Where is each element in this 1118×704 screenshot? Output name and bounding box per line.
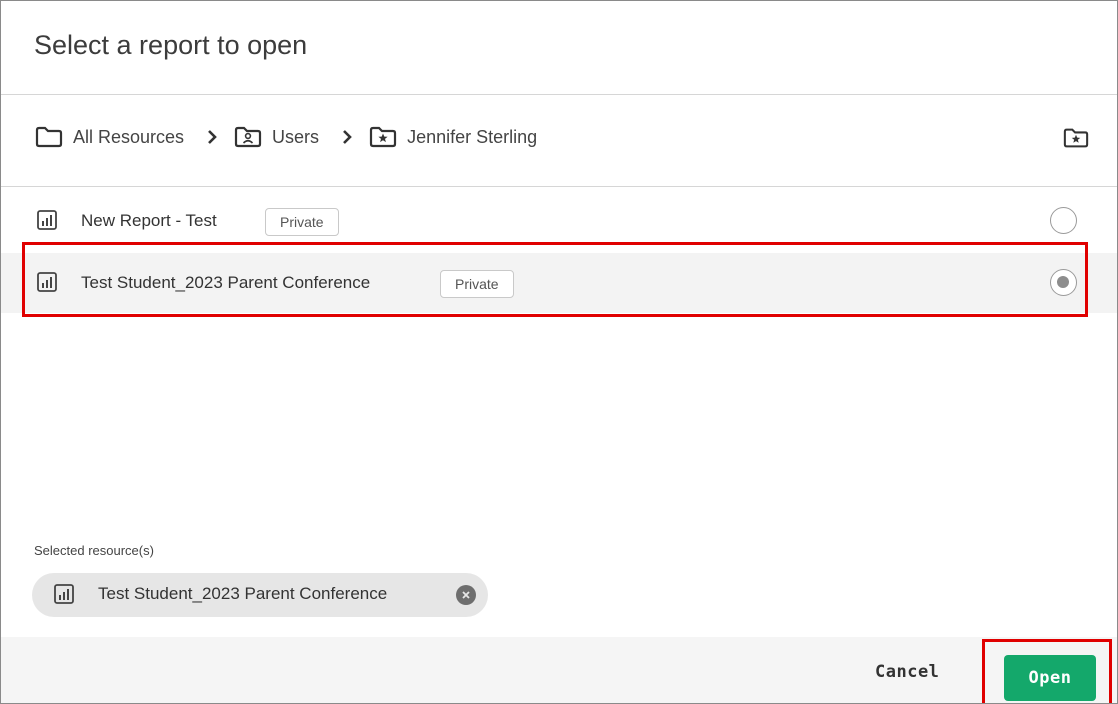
remove-chip-icon[interactable] [456, 585, 476, 605]
breadcrumb-jennifer-sterling[interactable]: Jennifer Sterling [369, 126, 537, 148]
breadcrumb-users[interactable]: Users [234, 126, 319, 148]
breadcrumb-label: Jennifer Sterling [407, 126, 538, 147]
cancel-button[interactable]: Cancel [875, 655, 939, 689]
open-button[interactable]: Open [1004, 655, 1096, 701]
favorite-folder-button[interactable] [1063, 125, 1089, 151]
chevron-right-icon [206, 129, 218, 145]
dialog-title: Select a report to open [34, 30, 308, 60]
breadcrumb-label: Users [272, 126, 320, 147]
user-folder-icon [234, 126, 262, 148]
selected-resource-chip: Test Student_2023 Parent Conference [32, 573, 488, 617]
report-row-test-student-2023[interactable]: Test Student_2023 Parent Conference Priv… [1, 253, 1117, 313]
open-report-dialog: Select a report to open All Resources Us… [0, 0, 1118, 704]
report-name: New Report - Test [81, 211, 217, 230]
dialog-header: Select a report to open [1, 1, 1117, 95]
report-chart-icon [54, 584, 74, 604]
breadcrumb: All Resources Users Jennifer Sterling [35, 125, 537, 149]
report-radio[interactable] [1050, 269, 1077, 296]
chip-label: Test Student_2023 Parent Conference [98, 584, 388, 603]
folder-icon [35, 126, 63, 148]
report-chart-icon [37, 272, 57, 292]
dialog-footer: Cancel Open [1, 637, 1117, 703]
report-chart-icon [37, 210, 57, 230]
report-name: Test Student_2023 Parent Conference [81, 273, 371, 292]
breadcrumb-all-resources[interactable]: All Resources [35, 126, 184, 148]
report-radio[interactable] [1050, 207, 1077, 234]
star-folder-icon [369, 126, 397, 148]
private-badge: Private [440, 270, 514, 298]
breadcrumb-bar: All Resources Users Jennifer Sterling [1, 95, 1117, 187]
report-row-new-report-test[interactable]: New Report - Test Private [1, 191, 1117, 251]
private-badge: Private [265, 208, 339, 236]
breadcrumb-label: All Resources [73, 126, 185, 147]
selected-resources-label: Selected resource(s) [34, 543, 154, 558]
star-folder-icon [1063, 128, 1089, 148]
chevron-right-icon [341, 129, 353, 145]
